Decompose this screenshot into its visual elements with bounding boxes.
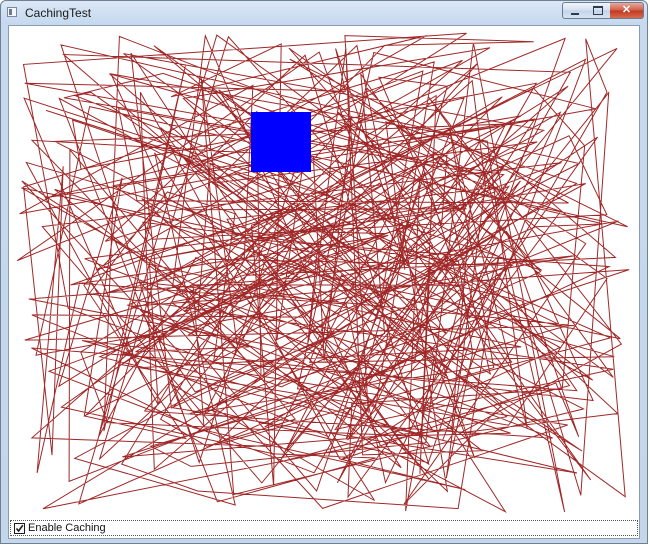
app-icon[interactable] xyxy=(7,7,17,17)
minimize-button[interactable] xyxy=(562,2,587,19)
options-bar: Enable Caching xyxy=(10,520,638,536)
enable-caching-label[interactable]: Enable Caching xyxy=(28,522,106,534)
random-polyline xyxy=(16,32,630,514)
random-lines xyxy=(16,32,630,514)
client-area: Enable Caching xyxy=(8,25,640,539)
checkmark-icon xyxy=(15,524,24,532)
drawing-canvas[interactable] xyxy=(10,27,638,519)
close-button[interactable]: ✕ xyxy=(610,2,644,19)
application-window: CachingTest ✕ Enable Caching xyxy=(0,0,648,544)
window-title: CachingTest xyxy=(25,6,92,20)
title-bar[interactable]: CachingTest ✕ xyxy=(1,1,647,25)
enable-caching-checkbox[interactable] xyxy=(14,522,25,534)
maximize-icon xyxy=(593,6,603,15)
close-icon: ✕ xyxy=(621,4,632,16)
minimize-icon xyxy=(570,12,579,15)
blue-square[interactable] xyxy=(251,112,311,172)
maximize-button[interactable] xyxy=(586,2,611,19)
